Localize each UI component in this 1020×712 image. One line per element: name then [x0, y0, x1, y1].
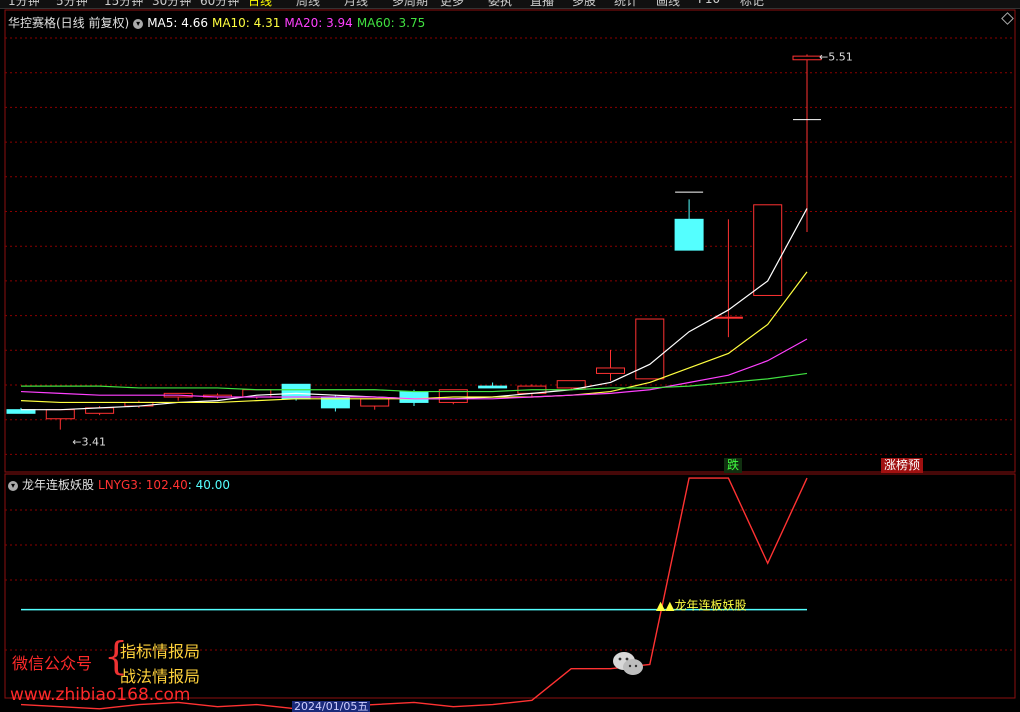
- watermark-line-1: 微信公众号: [12, 654, 93, 673]
- low-price-label: ←3.41: [72, 436, 106, 449]
- signal-zt: 涨榜预: [881, 458, 924, 473]
- candle-body: [556, 380, 586, 389]
- indicator-panel-header: ▾ 龙年连板妖股 LNYG3: 102.40: 40.00: [8, 476, 234, 493]
- ma5-label: MA5: 4.66: [147, 16, 208, 30]
- candle-body: [45, 409, 75, 420]
- watermark-line-3: 战法情报局: [120, 667, 201, 686]
- candle-body: [753, 204, 783, 296]
- candle-body: [713, 316, 743, 319]
- watermark-line-2: 指标情报局: [120, 642, 201, 661]
- candle-body: [360, 398, 390, 407]
- candle-body: [596, 367, 625, 374]
- wechat-icon: [613, 652, 643, 675]
- indicator-signal-text: ▲▲龙年连板妖股: [656, 598, 746, 613]
- chevron-down-icon[interactable]: ▾: [133, 18, 144, 29]
- watermark-url: www.zhibiao168.com: [10, 685, 191, 705]
- line40-label: : 40.00: [187, 478, 231, 492]
- indicator-title: 龙年连板妖股: [22, 478, 95, 492]
- date-badge: 2024/01/05五: [292, 701, 371, 712]
- ma20-label: MA20: 3.94: [284, 16, 353, 30]
- candle-body: [674, 218, 704, 251]
- candle-body: [242, 389, 272, 398]
- candle-body: [792, 55, 822, 61]
- signal-die: 跌: [724, 458, 743, 473]
- ma60-label: MA60: 3.75: [356, 16, 426, 30]
- chart-canvas: ←5.51 ←3.41 ▲▲龙年连板妖股: [4, 9, 1016, 710]
- high-price-label: ←5.51: [819, 50, 853, 63]
- candle-body: [399, 391, 429, 403]
- chevron-down-icon[interactable]: ▾: [8, 480, 18, 491]
- stock-title: 华控赛格(日线 前复权): [8, 16, 130, 30]
- lnyg3-label: LNYG3: 102.40: [98, 478, 188, 492]
- candle-body: [478, 385, 508, 389]
- candle-body: [635, 318, 665, 380]
- ma10-label: MA10: 4.31: [211, 16, 281, 30]
- main-panel-header: 华控赛格(日线 前复权) ▾ MA5: 4.66 MA10: 4.31 MA20: 3.…: [8, 14, 429, 31]
- chart-stage: 1分钟5分钟15分钟30分钟60分钟日线周线月线多周期更多委执直播多股统计画线F…: [0, 0, 1020, 712]
